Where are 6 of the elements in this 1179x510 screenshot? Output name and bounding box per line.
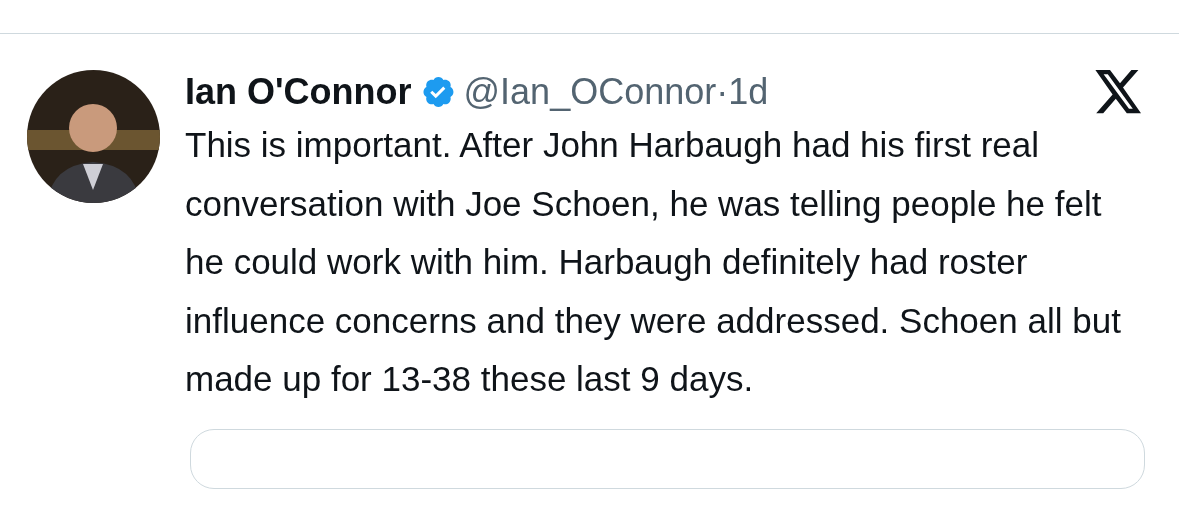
separator-dot: · (716, 70, 729, 114)
x-logo-icon (1094, 70, 1144, 114)
post-time[interactable]: 1d (728, 70, 769, 114)
author-name[interactable]: Ian O'Connor (185, 70, 412, 114)
author-handle[interactable]: @Ian_OConnor (463, 70, 717, 114)
post-text: This is important. After John Harbaugh had his first real conversation with Joe Schoen, he was telling people he felt he could work with him. Harbaugh definitely had roster influence concerns and they were addressed. Schoen all but made up for 13-38 these last 9 days. (185, 124, 1122, 400)
